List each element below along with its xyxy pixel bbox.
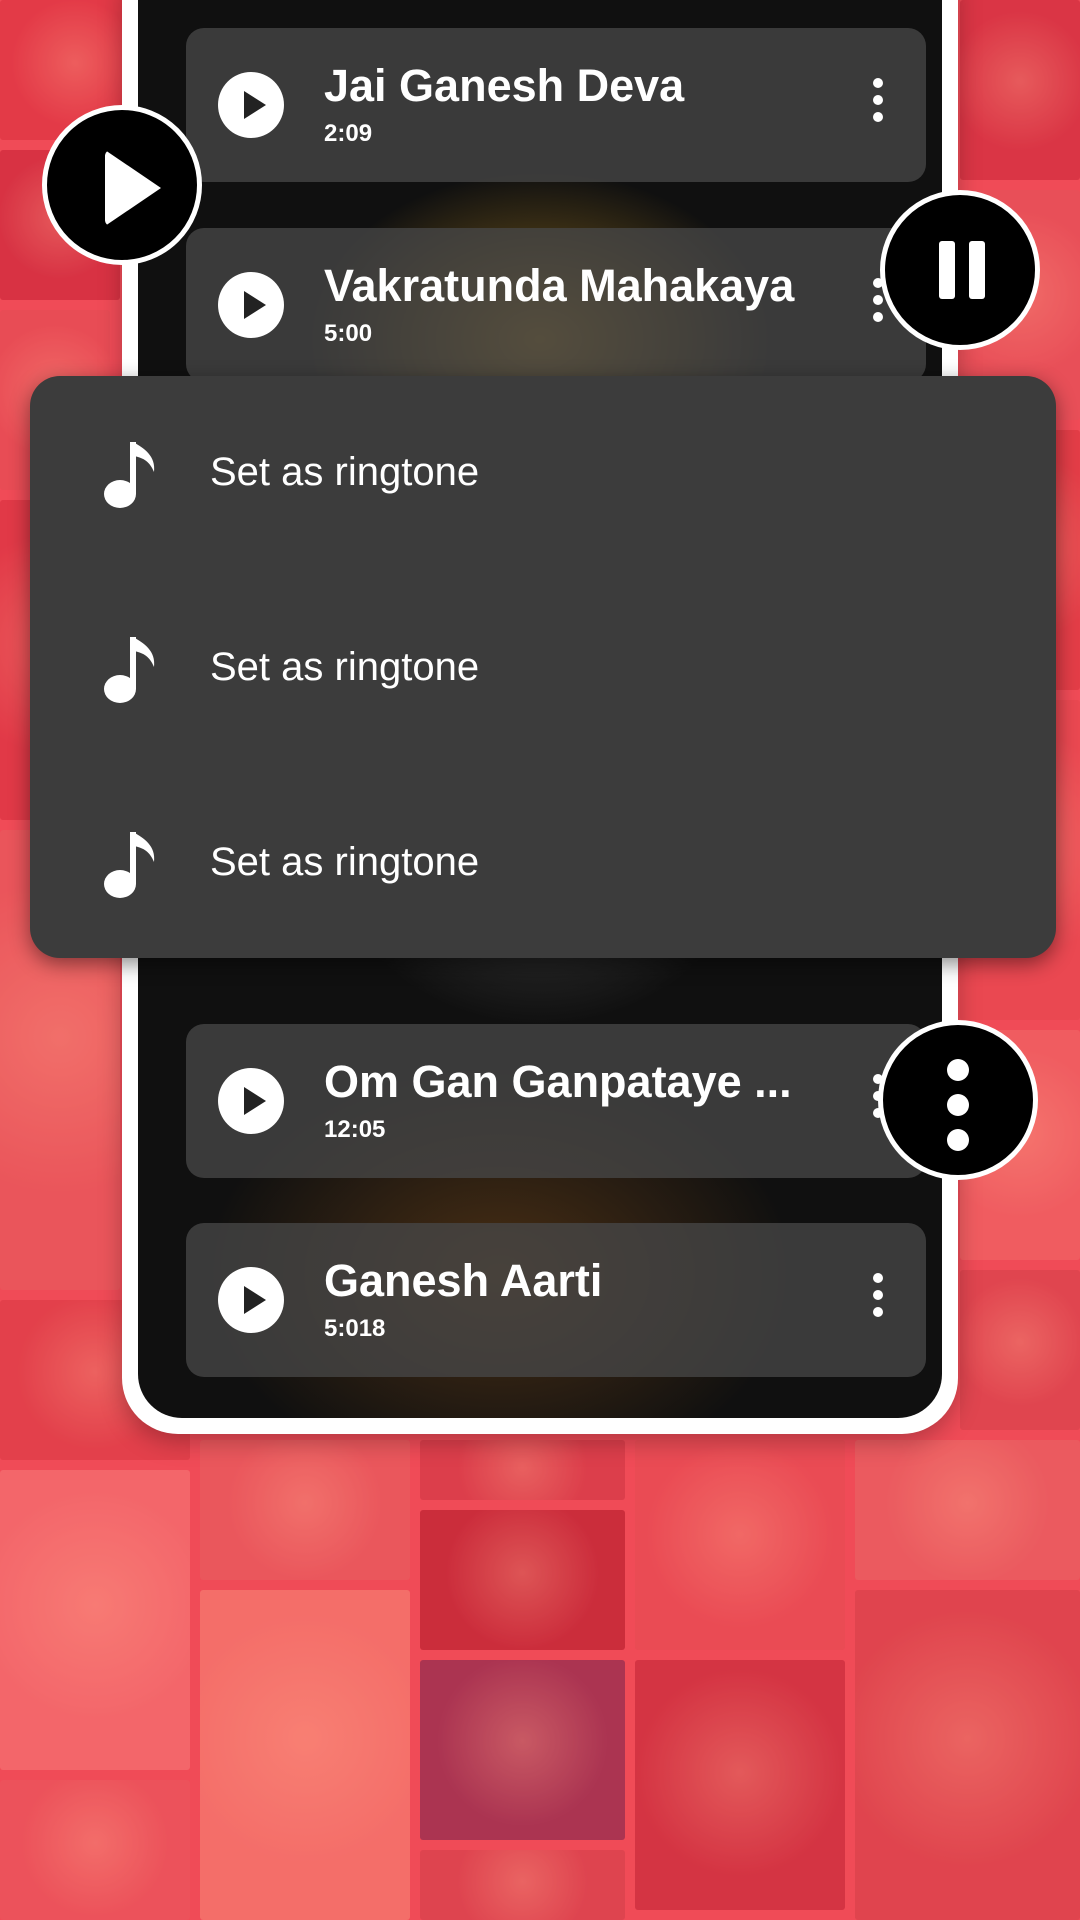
more-vertical-icon[interactable] bbox=[872, 78, 884, 130]
music-note-icon bbox=[104, 832, 155, 898]
menu-item-label: Set as ringtone bbox=[210, 450, 480, 494]
song-card[interactable]: Vakratunda Mahakaya 5:00 bbox=[186, 228, 926, 382]
more-vertical-icon[interactable] bbox=[878, 1020, 1038, 1180]
play-icon[interactable] bbox=[218, 72, 284, 138]
song-duration: 12:05 bbox=[324, 1116, 386, 1143]
song-card[interactable]: Jai Ganesh Deva 2:09 bbox=[186, 28, 926, 182]
song-card[interactable]: Ganesh Aarti 5:018 bbox=[186, 1223, 926, 1377]
song-title: Ganesh Aarti bbox=[324, 1255, 603, 1306]
music-note-icon bbox=[104, 637, 155, 703]
music-note-icon bbox=[104, 442, 155, 508]
menu-item-label: Set as ringtone bbox=[210, 840, 480, 884]
menu-item-set-ringtone[interactable]: Set as ringtone bbox=[30, 571, 1056, 766]
song-card[interactable]: Om Gan Ganpataye ... 12:05 bbox=[186, 1024, 926, 1178]
song-title: Vakratunda Mahakaya bbox=[324, 260, 795, 311]
song-duration: 5:00 bbox=[324, 320, 373, 347]
options-popup-menu: Set as ringtone Set as ringtone Set as r… bbox=[30, 376, 1056, 958]
menu-item-label: Set as ringtone bbox=[210, 645, 480, 689]
menu-item-set-ringtone[interactable]: Set as ringtone bbox=[30, 376, 1056, 571]
song-duration: 5:018 bbox=[324, 1315, 386, 1342]
song-title: Om Gan Ganpataye ... bbox=[324, 1056, 792, 1107]
more-vertical-icon[interactable] bbox=[872, 1273, 884, 1325]
pause-icon[interactable] bbox=[880, 190, 1040, 350]
play-icon[interactable] bbox=[218, 272, 284, 338]
song-title: Jai Ganesh Deva bbox=[324, 60, 685, 111]
play-icon[interactable] bbox=[218, 1267, 284, 1333]
play-icon[interactable] bbox=[218, 1068, 284, 1134]
menu-item-set-ringtone[interactable]: Set as ringtone bbox=[30, 766, 1056, 961]
play-icon[interactable] bbox=[42, 105, 202, 265]
song-duration: 2:09 bbox=[324, 120, 373, 147]
